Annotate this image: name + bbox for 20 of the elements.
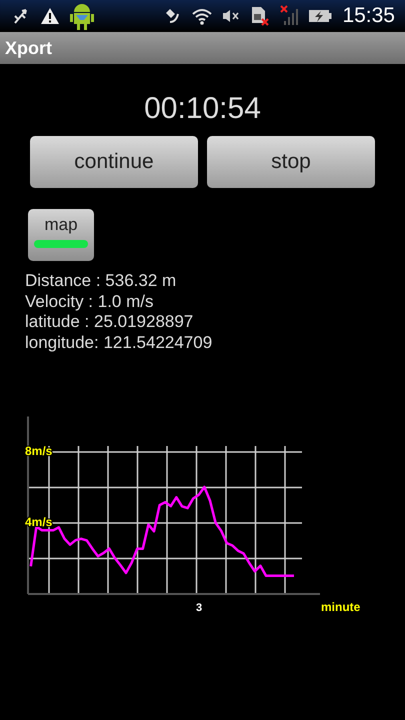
sim-card-icon — [250, 5, 270, 27]
x-tick-label: 3 — [196, 602, 202, 614]
warning-icon — [40, 7, 60, 25]
usb-icon — [12, 6, 30, 26]
robot-icon — [70, 1, 94, 31]
reading-text: Distance : 536.32 m — [25, 271, 176, 292]
x-axis-label: minute — [321, 600, 360, 614]
battery-charging-icon — [308, 8, 332, 24]
no-signal-icon — [280, 5, 298, 27]
elapsed-time: 00:10:54 — [144, 92, 261, 126]
wifi-icon — [192, 8, 212, 24]
window-title: Xport — [5, 38, 52, 58]
reading-text: latitude : 25.01928897 — [25, 312, 194, 332]
muted-speaker-icon — [222, 9, 240, 23]
reading-text: longitude: 121.54224709 — [25, 332, 212, 353]
reading-text: Velocity : 1.0 m/s — [25, 292, 154, 312]
action-button[interactable]: continue — [30, 136, 198, 188]
action-button[interactable]: stop — [207, 136, 375, 188]
clock-time: 15:35 — [342, 4, 395, 28]
map-toggle-button[interactable]: map — [28, 209, 94, 261]
